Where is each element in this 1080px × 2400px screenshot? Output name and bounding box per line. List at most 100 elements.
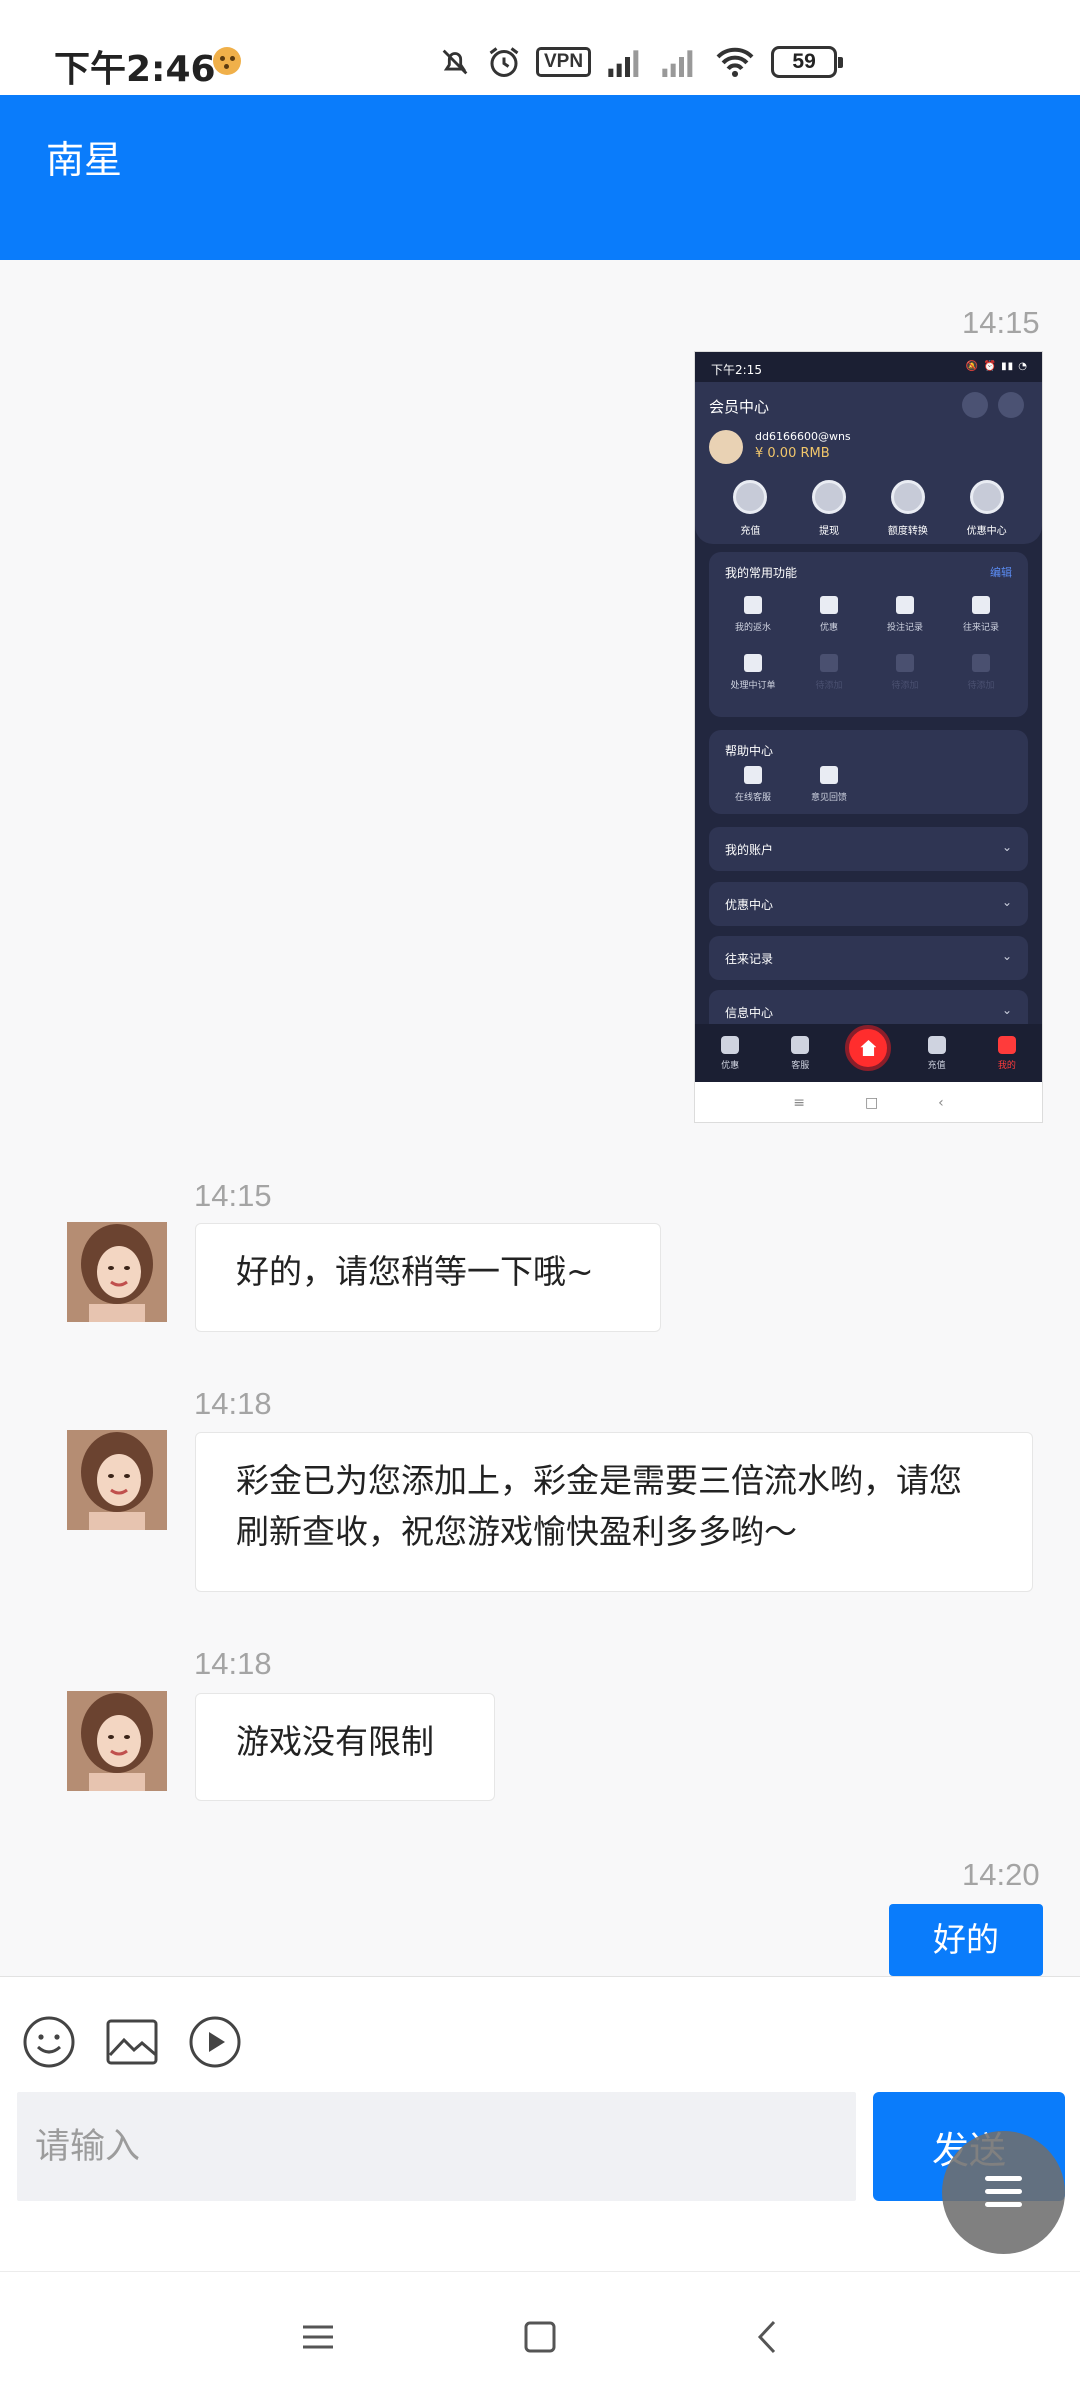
home-square-icon[interactable] (515, 2312, 565, 2362)
embedded-help-title: 帮助中心 (725, 744, 774, 758)
menu-line (985, 2189, 1022, 2194)
message-timestamp: 14:15 (962, 305, 1040, 340)
embedded-action: 优惠中心 (957, 480, 1017, 537)
embedded-tab-label: 充值 (927, 1060, 946, 1071)
embedded-edit-link: 编辑 (990, 566, 1012, 579)
embedded-row: 优惠中心 ⌄ (709, 882, 1028, 926)
menu-line (985, 2176, 1022, 2181)
video-icon[interactable] (188, 2015, 242, 2069)
embedded-grid-label: 优惠 (819, 623, 838, 633)
headset-icon (791, 1035, 810, 1054)
bell-muted-icon (442, 49, 468, 75)
embedded-tab: 我的 (982, 1035, 1032, 1071)
app-notification-icon (213, 47, 241, 75)
embedded-common-title: 我的常用功能 (725, 566, 798, 580)
transaction-icon (972, 596, 990, 614)
headset-icon (744, 766, 762, 784)
add-icon (972, 654, 990, 672)
chevron-down-icon: ⌄ (1001, 895, 1012, 909)
embedded-action: 提现 (799, 480, 859, 537)
promo-icon (969, 480, 1004, 514)
embedded-grid-item: 待添加 (867, 654, 943, 712)
message-bubble: 游戏没有限制 (195, 1693, 495, 1801)
embedded-grid-item: 我的返水 (715, 596, 791, 654)
embedded-grid-label: 往来记录 (962, 623, 999, 633)
message-timestamp: 14:18 (194, 1386, 272, 1421)
embedded-help-grid: 在线客服 意见回馈 (715, 766, 1022, 824)
embedded-help-card: 帮助中心 在线客服 意见回馈 (709, 730, 1028, 814)
avatar[interactable] (67, 1691, 167, 1791)
embedded-action: 额度转换 (878, 480, 938, 537)
vpn-badge: VPN (536, 47, 592, 77)
bet-record-icon (896, 596, 914, 614)
rebate-icon (744, 596, 762, 614)
menu-icon: ≡ (793, 1095, 805, 1111)
chat-header: 南星 (0, 95, 1080, 260)
embedded-grid-item: 待添加 (791, 654, 867, 712)
embedded-title: 会员中心 (709, 398, 770, 416)
embedded-row-label: 信息中心 (725, 1006, 774, 1020)
user-icon (997, 1035, 1016, 1054)
deposit-icon (733, 480, 768, 514)
message-timestamp: 14:18 (194, 1646, 272, 1681)
avatar[interactable] (67, 1222, 167, 1322)
embedded-grid-label: 在线客服 (734, 793, 771, 803)
embedded-grid-item: 待添加 (943, 654, 1019, 712)
menu-line (985, 2202, 1022, 2207)
embedded-row-label: 我的账户 (725, 843, 774, 857)
embedded-grid-label: 处理中订单 (730, 681, 776, 691)
gift-icon (721, 1035, 740, 1054)
embedded-headset-icon (998, 392, 1024, 418)
signal-icon (662, 50, 693, 77)
embedded-member-header: 会员中心 dd6166600@wns ¥ 0.00 RMB 充值 提现 额度转换… (695, 382, 1042, 544)
add-icon (896, 654, 914, 672)
embedded-row: 往来记录 ⌄ (709, 936, 1028, 980)
signal-hd-icon (608, 50, 639, 77)
embedded-grid-item: 在线客服 (715, 766, 791, 824)
transfer-icon (890, 480, 925, 514)
embedded-action-label: 充值 (740, 526, 761, 537)
embedded-grid-item: 往来记录 (943, 596, 1019, 654)
message-input[interactable] (17, 2092, 856, 2201)
embedded-action-label: 额度转换 (887, 526, 928, 537)
order-icon (744, 654, 762, 672)
embedded-action-label: 优惠中心 (966, 526, 1007, 537)
status-bar: 下午2:46 VPN 59 (0, 0, 1080, 95)
agent-avatar-image (67, 1222, 167, 1322)
status-time: 下午2:46 (54, 49, 216, 90)
embedded-tabbar: 优惠 客服 充值 我的 (695, 1024, 1042, 1082)
image-icon[interactable] (105, 2015, 159, 2069)
message-bubble: 好的，请您稍等一下哦~ (195, 1223, 661, 1332)
home-icon (845, 1025, 892, 1071)
embedded-grid-item: 投注记录 (867, 596, 943, 654)
embedded-tab-label: 客服 (791, 1060, 810, 1071)
withdraw-icon (812, 480, 847, 514)
embedded-grid-label: 待添加 (815, 681, 843, 691)
embedded-grid-item: 优惠 (791, 596, 867, 654)
embedded-username: dd6166600@wns (755, 430, 851, 443)
chevron-down-icon: ⌄ (1001, 1003, 1012, 1017)
floating-menu-button[interactable] (942, 2131, 1065, 2254)
embedded-row-label: 优惠中心 (725, 898, 774, 912)
embedded-grid-item: 意见回馈 (791, 766, 867, 824)
square-icon: □ (864, 1095, 879, 1111)
money-bag-icon (927, 1035, 946, 1054)
wifi-icon (716, 47, 754, 77)
sent-image-message[interactable]: 下午2:15 🔕 ⏰ ▮▮ ◔ 会员中心 dd6166600@wns ¥ 0.0… (694, 351, 1043, 1123)
embedded-grid-label: 待添加 (891, 681, 919, 691)
embedded-status-icons: 🔕 ⏰ ▮▮ ◔ (965, 361, 1028, 372)
avatar[interactable] (67, 1430, 167, 1530)
embedded-tab: 充值 (912, 1035, 962, 1071)
agent-avatar-image (67, 1430, 167, 1530)
embedded-tab-label: 优惠 (721, 1060, 740, 1071)
emoji-icon[interactable] (22, 2015, 76, 2069)
back-icon[interactable] (743, 2312, 793, 2362)
alarm-icon (489, 47, 519, 77)
feedback-icon (820, 766, 838, 784)
recents-menu-icon[interactable] (293, 2312, 343, 2362)
chevron-down-icon: ⌄ (1001, 949, 1012, 963)
embedded-grid-label: 我的返水 (734, 623, 771, 633)
battery-level: 59 (771, 46, 844, 78)
agent-avatar-image (67, 1691, 167, 1791)
message-timestamp: 14:20 (962, 1857, 1040, 1892)
